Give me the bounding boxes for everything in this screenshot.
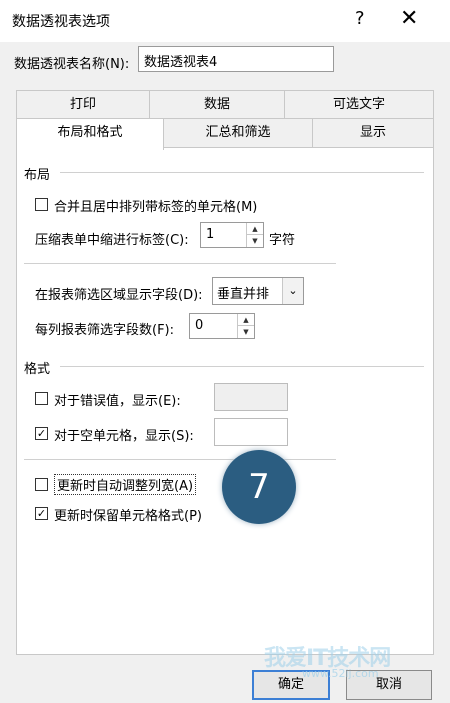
tab-panel — [16, 147, 434, 655]
layout-section-title: 布局 — [24, 168, 51, 183]
tab-data[interactable]: 数据 — [149, 90, 285, 120]
help-icon[interactable]: ? — [355, 8, 365, 29]
pivot-name-input[interactable]: 数据透视表4 — [138, 46, 334, 72]
pivot-name-label: 数据透视表名称(N): — [14, 57, 130, 72]
tab-totals-filters[interactable]: 汇总和筛选 — [163, 118, 313, 148]
step-number-badge: 7 — [222, 450, 296, 524]
dialog-title: 数据透视表选项 — [12, 14, 110, 30]
tab-alt-text[interactable]: 可选文字 — [284, 90, 434, 120]
tab-print[interactable]: 打印 — [16, 90, 150, 120]
tab-display[interactable]: 显示 — [312, 118, 434, 148]
close-icon[interactable]: ✕ — [400, 6, 418, 31]
watermark-url: www.52ij.com — [302, 667, 379, 680]
tab-layout-format[interactable]: 布局和格式 — [16, 118, 164, 150]
